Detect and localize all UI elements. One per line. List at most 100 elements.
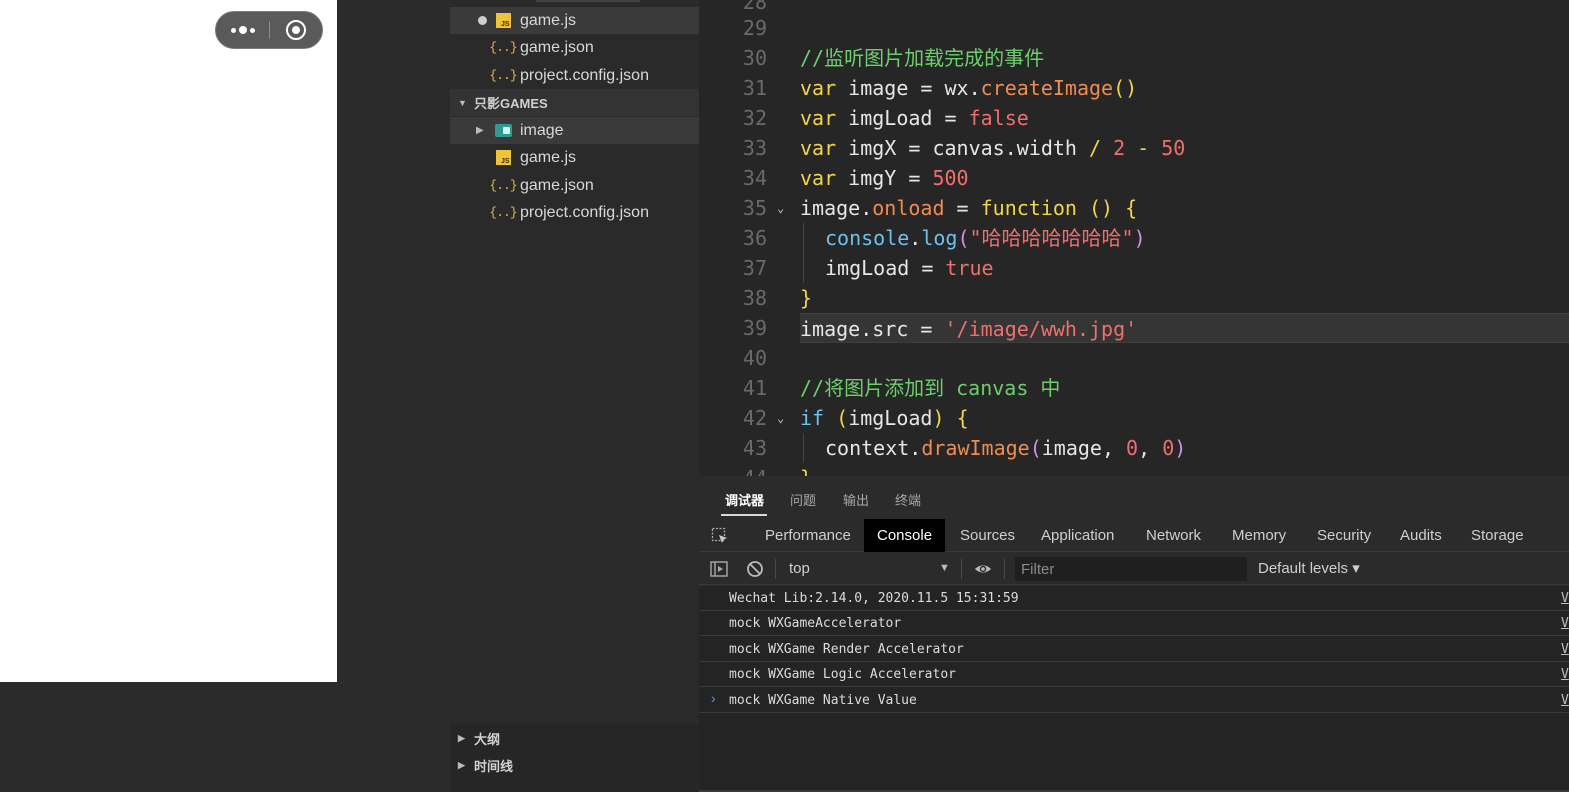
scroll-indicator bbox=[536, 0, 640, 2]
code-line: 32 var imgLoad = false bbox=[699, 103, 1569, 133]
log-levels-dropdown[interactable]: Default levels ▾ bbox=[1258, 552, 1360, 585]
file-name: project.config.json bbox=[520, 66, 649, 84]
mini-program-capsule bbox=[215, 11, 323, 49]
devtools-tab-bar: Performance Console Sources Application … bbox=[699, 519, 1569, 552]
file-item-project-config[interactable]: {..} project.config.json bbox=[450, 62, 699, 89]
toolbar-divider bbox=[1004, 559, 1005, 579]
indent-guide bbox=[803, 223, 804, 253]
code-line: 44 } bbox=[699, 463, 1569, 476]
chevron-right-icon: ▶ bbox=[476, 125, 484, 136]
tab-output[interactable]: 输出 bbox=[843, 490, 869, 509]
code-line: 35 ⌄ image.onload = function () { bbox=[699, 193, 1569, 223]
indent-guide bbox=[803, 253, 804, 283]
tab-debugger[interactable]: 调试器 bbox=[725, 490, 764, 509]
tab-audits[interactable]: Audits bbox=[1387, 519, 1455, 552]
file-name: game.json bbox=[520, 176, 594, 194]
json-file-icon: {..} bbox=[489, 178, 517, 193]
line-number: 34 bbox=[742, 166, 767, 190]
console-toolbar: top ▼ Default levels ▾ bbox=[699, 552, 1569, 585]
tab-storage[interactable]: Storage bbox=[1458, 519, 1537, 552]
code-text: image.src = '/image/wwh.jpg' bbox=[800, 313, 1569, 343]
console-message: Wechat Lib:2.14.0, 2020.11.5 15:31:59 V bbox=[699, 586, 1569, 611]
tab-performance[interactable]: Performance bbox=[752, 519, 864, 552]
tab-sources[interactable]: Sources bbox=[947, 519, 1028, 552]
file-explorer: JS game.js {..} game.json {..} project.c… bbox=[450, 0, 699, 792]
line-number: 36 bbox=[742, 226, 767, 250]
code-text: var imgLoad = false bbox=[800, 106, 1029, 130]
code-text: //监听图片加载完成的事件 bbox=[800, 46, 1045, 70]
tab-memory[interactable]: Memory bbox=[1219, 519, 1299, 552]
toolbar-divider bbox=[961, 559, 962, 579]
context-selector[interactable]: top bbox=[789, 552, 810, 585]
source-link[interactable]: V bbox=[1561, 688, 1569, 713]
source-link[interactable]: V bbox=[1561, 637, 1569, 662]
code-text: var image = wx.createImage() bbox=[800, 76, 1138, 100]
debug-panel: 调试器 问题 输出 终端 Performance Console Sources… bbox=[699, 476, 1569, 792]
close-program-button[interactable] bbox=[270, 12, 322, 48]
inspect-element-icon[interactable] bbox=[711, 527, 729, 545]
console-output: Wechat Lib:2.14.0, 2020.11.5 15:31:59 V … bbox=[699, 586, 1569, 792]
tab-security[interactable]: Security bbox=[1304, 519, 1384, 552]
project-section-header[interactable]: ▼ 只影GAMES bbox=[450, 89, 699, 116]
fold-chevron-icon[interactable]: ⌄ bbox=[777, 201, 789, 215]
line-number: 30 bbox=[742, 46, 767, 70]
more-menu-button[interactable] bbox=[216, 12, 269, 48]
json-file-icon: {..} bbox=[489, 40, 517, 55]
sidebar-toggle-icon[interactable] bbox=[710, 560, 728, 578]
tab-console[interactable]: Console bbox=[864, 519, 946, 552]
source-link[interactable]: V bbox=[1561, 586, 1569, 611]
message-text: mock WXGame Render Accelerator bbox=[729, 642, 964, 657]
fold-chevron-icon[interactable]: ⌄ bbox=[777, 411, 789, 425]
code-text: imgLoad = true bbox=[825, 256, 994, 280]
timeline-section-header[interactable]: ▶ 时间线 bbox=[450, 752, 699, 779]
js-file-icon: JS bbox=[494, 149, 512, 167]
code-line: 38 } bbox=[699, 283, 1569, 313]
code-line: 34 var imgY = 500 bbox=[699, 163, 1569, 193]
file-item-project-config[interactable]: {..} project.config.json bbox=[450, 199, 699, 226]
code-text: } bbox=[800, 286, 813, 310]
code-line: 30 //监听图片加载完成的事件 bbox=[699, 43, 1569, 73]
more-dots-icon bbox=[249, 27, 255, 33]
outline-section-header[interactable]: ▶ 大纲 bbox=[450, 725, 699, 752]
simulator-screen[interactable] bbox=[0, 0, 337, 682]
tab-terminal[interactable]: 终端 bbox=[895, 490, 921, 509]
code-text: var imgY = 500 bbox=[800, 166, 969, 190]
line-number: 31 bbox=[742, 76, 767, 100]
code-line: 31 var image = wx.createImage() bbox=[699, 73, 1569, 103]
folder-item-image[interactable]: ▶ image bbox=[450, 117, 699, 144]
file-item-game-json[interactable]: {..} game.json bbox=[450, 34, 699, 61]
code-text: image.onload = function () { bbox=[800, 196, 1138, 220]
dropdown-caret-icon[interactable]: ▼ bbox=[939, 562, 950, 574]
console-message: mock WXGame Native Value V bbox=[699, 688, 1569, 713]
line-number: 33 bbox=[742, 136, 767, 160]
chevron-right-icon: ▶ bbox=[458, 760, 465, 770]
line-number: 35 bbox=[742, 196, 767, 220]
line-number: 37 bbox=[742, 256, 767, 280]
console-prompt-icon[interactable]: › bbox=[711, 690, 716, 706]
line-number: 32 bbox=[742, 106, 767, 130]
file-name: image bbox=[520, 121, 564, 139]
clear-console-icon[interactable] bbox=[746, 560, 764, 578]
file-item-game-js[interactable]: JS game.js bbox=[450, 144, 699, 171]
eye-icon[interactable] bbox=[974, 560, 992, 578]
source-link[interactable]: V bbox=[1561, 611, 1569, 636]
chevron-right-icon: ▶ bbox=[458, 733, 465, 743]
file-item-game-json[interactable]: {..} game.json bbox=[450, 172, 699, 199]
tab-problems[interactable]: 问题 bbox=[790, 490, 816, 509]
timeline-label: 时间线 bbox=[474, 759, 514, 774]
source-link[interactable]: V bbox=[1561, 662, 1569, 687]
code-line: 29 bbox=[699, 13, 1569, 43]
filter-input[interactable] bbox=[1015, 557, 1247, 581]
code-line-current: 39 image.src = '/image/wwh.jpg' bbox=[699, 313, 1569, 343]
code-editor[interactable]: 28 29 30 //监听图片加载完成的事件 31 var image = wx… bbox=[699, 0, 1569, 476]
file-name: game.js bbox=[520, 11, 577, 29]
message-text: mock WXGameAccelerator bbox=[729, 616, 902, 631]
code-line: 41 //将图片添加到 canvas 中 bbox=[699, 373, 1569, 403]
project-name: 只影GAMES bbox=[474, 96, 548, 111]
tab-application[interactable]: Application bbox=[1028, 519, 1127, 552]
file-item-game-js[interactable]: JS game.js bbox=[450, 7, 699, 34]
json-file-icon: {..} bbox=[489, 205, 517, 220]
tab-network[interactable]: Network bbox=[1133, 519, 1214, 552]
code-line: 36 console.log("哈哈哈哈哈哈哈") bbox=[699, 223, 1569, 253]
line-number: 42 bbox=[742, 406, 767, 430]
